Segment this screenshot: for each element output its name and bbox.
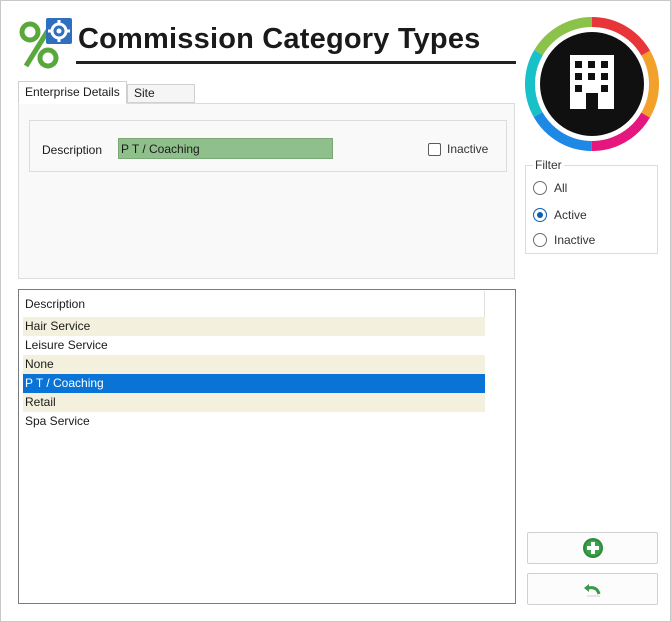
title-underline bbox=[76, 61, 516, 64]
inactive-checkbox-label: Inactive bbox=[447, 142, 489, 156]
list-item[interactable]: Leisure Service bbox=[23, 336, 485, 355]
tab-enterprise-details[interactable]: Enterprise Details bbox=[18, 81, 127, 104]
percent-gear-icon bbox=[19, 18, 72, 69]
page-title: Commission Category Types bbox=[78, 23, 481, 55]
description-label: Description bbox=[42, 143, 103, 157]
inactive-checkbox[interactable]: Inactive bbox=[428, 142, 488, 156]
plus-circle-icon bbox=[582, 538, 603, 558]
enterprise-details-panel: Description Inactive bbox=[18, 103, 515, 279]
filter-radio-active[interactable]: Active bbox=[533, 208, 587, 222]
undo-button[interactable] bbox=[527, 573, 658, 605]
radio-button[interactable] bbox=[533, 233, 547, 247]
add-button[interactable] bbox=[527, 532, 658, 564]
radio-button[interactable] bbox=[533, 181, 547, 195]
column-header-description[interactable]: Description bbox=[23, 291, 485, 317]
tab-site-details[interactable]: Site Details bbox=[127, 84, 195, 117]
filter-radio-all[interactable]: All bbox=[533, 181, 567, 195]
description-input[interactable] bbox=[118, 138, 333, 159]
radio-label: Inactive bbox=[554, 233, 596, 247]
radio-label: All bbox=[554, 181, 568, 195]
list-item[interactable]: Hair Service bbox=[23, 317, 485, 336]
radio-label: Active bbox=[554, 208, 587, 222]
list-item[interactable]: None bbox=[23, 355, 485, 374]
list-item[interactable]: Spa Service bbox=[23, 412, 485, 431]
undo-arrow-icon bbox=[583, 584, 600, 597]
list-rows: Hair Service Leisure Service None P T / … bbox=[23, 317, 485, 431]
building-icon bbox=[525, 17, 659, 151]
radio-button[interactable] bbox=[533, 208, 547, 222]
app-window: Commission Category Types Enterprise Det… bbox=[0, 0, 671, 622]
list-item[interactable]: Retail bbox=[23, 393, 485, 412]
description-group: Description Inactive bbox=[29, 120, 507, 172]
filter-group: Filter All Active Inactive bbox=[525, 158, 658, 254]
category-list[interactable]: Description Hair Service Leisure Service… bbox=[18, 289, 516, 604]
filter-legend: Filter bbox=[533, 158, 564, 172]
list-item-selected[interactable]: P T / Coaching bbox=[23, 374, 485, 393]
filter-radio-inactive[interactable]: Inactive bbox=[533, 233, 595, 247]
inactive-checkbox-box[interactable] bbox=[428, 142, 441, 156]
